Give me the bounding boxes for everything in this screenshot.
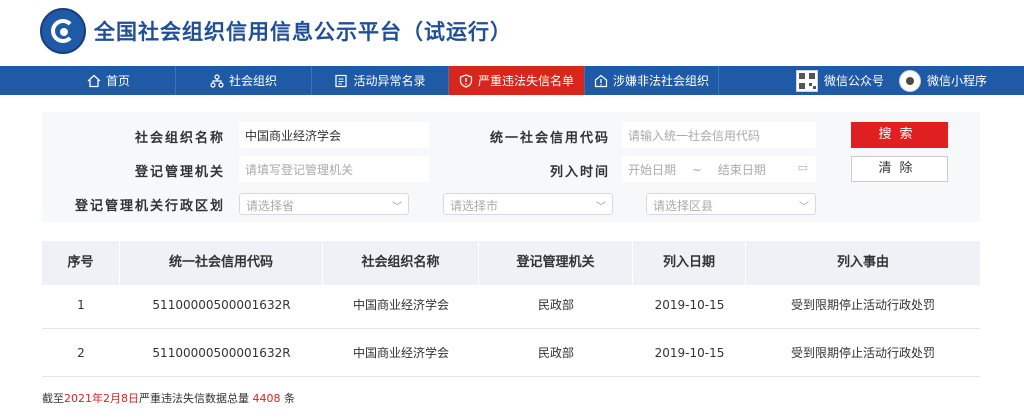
nav-label: 严重违法失信名单 xyxy=(477,74,574,88)
county-select[interactable]: 请选择区县 ﹀ xyxy=(646,193,816,215)
site-logo[interactable] xyxy=(40,8,86,54)
city-placeholder: 请选择市 xyxy=(450,199,499,213)
cell-org-name[interactable]: 中国商业经济学会 xyxy=(323,329,479,377)
date-label: 列入时间 xyxy=(549,165,610,180)
cell-reason: 受到限期停止活动行政处罚 xyxy=(790,298,935,312)
org-tree-icon xyxy=(210,73,224,88)
authority-input[interactable]: 请填写登记管理机关 xyxy=(239,156,429,182)
chevron-down-icon: ﹀ xyxy=(799,202,809,213)
date-range-picker[interactable]: 开始日期 ~ 结束日期 ▭ xyxy=(622,156,816,182)
region-label: 登记管理机关行政区划 xyxy=(74,199,225,214)
org-name-label: 社会组织名称 xyxy=(134,131,225,146)
clear-button[interactable]: 清除 xyxy=(851,156,948,182)
nav-item-blacklist[interactable]: 严重违法失信名单 xyxy=(449,66,585,95)
nav-label: 社会组织 xyxy=(228,74,277,88)
shield-alert-icon xyxy=(459,73,473,88)
authority-label: 登记管理机关 xyxy=(134,165,225,180)
date-start[interactable]: 开始日期 xyxy=(628,163,676,177)
col-header-credit-code: 统一社会信用代码 xyxy=(120,241,323,285)
logo-dot xyxy=(60,28,68,36)
nav-item-abnormal-list[interactable]: 活动异常名录 xyxy=(312,66,449,95)
site-header: 全国社会组织信用信息公示平台（试运行） xyxy=(0,0,1024,66)
summary-middle: 严重违法失信数据总量 xyxy=(139,392,253,405)
province-placeholder: 请选择省 xyxy=(246,199,295,213)
table-row[interactable]: 1 51100000500001632R 中国商业经济学会 民政部 2019-1… xyxy=(42,281,980,329)
nav-item-illegal-orgs[interactable]: 涉嫌非法社会组织 xyxy=(585,66,719,95)
cell-credit-code: 51100000500001632R xyxy=(152,346,291,360)
cell-date: 2019-10-15 xyxy=(654,298,725,312)
wechat-mini-program[interactable]: 微信小程序 xyxy=(898,66,988,95)
col-header-authority: 登记管理机关 xyxy=(479,241,633,285)
calendar-icon[interactable]: ▭ xyxy=(798,161,808,174)
date-separator: ~ xyxy=(691,163,702,177)
cell-credit-code: 51100000500001632R xyxy=(152,298,291,312)
main-nav: 首页 社会组织 活动异常名录 严重违法失信名单 涉嫌非法社会组织 微信公众号 微… xyxy=(0,66,1024,95)
summary-suffix: 条 xyxy=(280,392,295,405)
county-placeholder: 请选择区县 xyxy=(653,199,714,213)
province-select[interactable]: 请选择省 ﹀ xyxy=(239,193,409,215)
summary-date: 2021年2月8日 xyxy=(64,392,139,405)
table-row[interactable]: 2 51100000500001632R 中国商业经济学会 民政部 2019-1… xyxy=(42,329,980,377)
credit-code-label: 统一社会信用代码 xyxy=(489,131,610,146)
nav-label: 活动异常名录 xyxy=(353,74,426,88)
wechat-mini-label: 微信小程序 xyxy=(926,74,987,88)
summary-prefix: 截至 xyxy=(42,392,64,405)
org-name-input[interactable]: 中国商业经济学会 xyxy=(239,122,429,148)
wechat-official-label: 微信公众号 xyxy=(823,74,884,88)
city-select[interactable]: 请选择市 ﹀ xyxy=(443,193,613,215)
data-summary: 截至2021年2月8日严重违法失信数据总量 4408 条 xyxy=(42,390,295,406)
credit-code-input[interactable]: 请输入统一社会信用代码 xyxy=(622,122,816,148)
col-header-date: 列入日期 xyxy=(633,241,746,285)
cell-reason: 受到限期停止活动行政处罚 xyxy=(790,346,935,360)
cell-org-name[interactable]: 中国商业经济学会 xyxy=(323,281,479,329)
chevron-down-icon: ﹀ xyxy=(596,202,606,213)
cell-authority: 民政部 xyxy=(537,346,574,360)
nav-item-orgs[interactable]: 社会组织 xyxy=(176,66,312,95)
col-header-index: 序号 xyxy=(42,241,120,285)
cell-index: 1 xyxy=(77,298,85,312)
warning-house-icon xyxy=(594,74,608,88)
col-header-reason: 列入事由 xyxy=(836,255,889,270)
site-title[interactable]: 全国社会组织信用信息公示平台（试运行） xyxy=(94,16,512,46)
col-header-org-name: 社会组织名称 xyxy=(323,241,479,285)
date-end[interactable]: 结束日期 xyxy=(718,163,766,177)
nav-label: 涉嫌非法社会组织 xyxy=(612,74,709,88)
wechat-official-account[interactable]: 微信公众号 xyxy=(790,66,890,95)
nav-item-home[interactable]: 首页 xyxy=(42,66,176,95)
list-icon xyxy=(334,74,348,88)
nav-label: 首页 xyxy=(105,74,130,88)
cell-index: 2 xyxy=(77,346,85,360)
mini-program-code-icon xyxy=(898,69,921,92)
summary-count: 4408 xyxy=(252,392,281,405)
cell-date: 2019-10-15 xyxy=(654,346,725,360)
home-icon xyxy=(87,74,101,88)
cell-authority: 民政部 xyxy=(537,298,574,312)
qr-code-icon xyxy=(795,69,818,92)
table-header: 序号 统一社会信用代码 社会组织名称 登记管理机关 列入日期 列入事由 xyxy=(42,241,980,285)
search-button[interactable]: 搜索 xyxy=(851,122,948,148)
chevron-down-icon: ﹀ xyxy=(392,202,402,213)
